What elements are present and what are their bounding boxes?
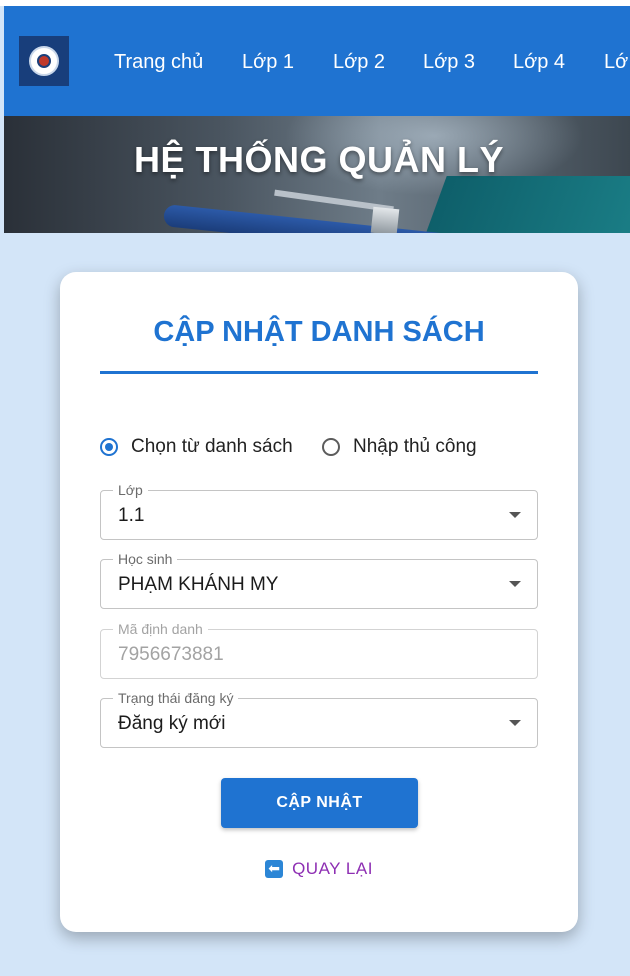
student-label: Học sinh [113, 551, 178, 567]
chevron-down-icon[interactable] [509, 720, 521, 726]
radio-dot [105, 443, 113, 451]
update-button[interactable]: CẬP NHẬT [221, 778, 418, 828]
hero-notebook [421, 176, 630, 233]
chevron-down-icon[interactable] [509, 581, 521, 587]
back-arrow-icon: ⬅ [265, 860, 284, 878]
nav-item-class-3[interactable]: Lớp 3 [423, 50, 475, 74]
hero-title: HỆ THỐNG QUẢN LÝ [133, 139, 504, 180]
hero-banner: HỆ THỐNG QUẢN LÝ [4, 116, 630, 233]
class-select[interactable]: Lớp 1.1 [100, 482, 538, 540]
class-value: 1.1 [118, 505, 145, 526]
page: Trang chủ Lớp 1 Lớp 2 Lớp 3 Lớp 4 Lớ HỆ … [0, 0, 630, 976]
status-label: Trạng thái đăng ký [113, 690, 239, 706]
nav-item-class-5[interactable]: Lớ [604, 50, 628, 74]
radio-label: Nhập thủ công [353, 436, 477, 457]
radio-choose-from-list[interactable]: Chọn từ danh sách [100, 435, 293, 459]
nav-item-class-4[interactable]: Lớp 4 [513, 50, 565, 74]
back-label: QUAY LẠI [292, 859, 373, 878]
radio-label: Chọn từ danh sách [131, 436, 293, 457]
class-label: Lớp [113, 482, 148, 498]
chevron-down-icon[interactable] [509, 512, 521, 518]
back-link[interactable]: ⬅ QUAY LẠI [60, 859, 578, 879]
nav-item-class-2[interactable]: Lớp 2 [333, 50, 385, 74]
student-select[interactable]: Học sinh PHẠM KHÁNH MY [100, 551, 538, 609]
hero-pen-band [370, 206, 400, 233]
student-id-field: Mã định danh 7956673881 [100, 621, 538, 679]
emblem-core [37, 54, 51, 68]
nav-item-home[interactable]: Trang chủ [114, 50, 203, 74]
radio-unchecked-icon[interactable] [322, 438, 340, 456]
registration-status-select[interactable]: Trạng thái đăng ký Đăng ký mới [100, 690, 538, 748]
navbar: Trang chủ Lớp 1 Lớp 2 Lớp 3 Lớp 4 Lớ [4, 6, 630, 116]
radio-manual-entry[interactable]: Nhập thủ công [322, 435, 477, 459]
student-value: PHẠM KHÁNH MY [118, 574, 279, 595]
radio-checked-icon[interactable] [100, 438, 118, 456]
status-value: Đăng ký mới [118, 713, 226, 734]
update-form-card: CẬP NHẬT DANH SÁCH Chọn từ danh sách Nhậ… [60, 272, 578, 932]
form-title: CẬP NHẬT DANH SÁCH [153, 316, 485, 348]
nav-item-class-1[interactable]: Lớp 1 [242, 50, 294, 74]
student-id-value: 7956673881 [118, 644, 224, 665]
emblem-ring [29, 46, 59, 76]
student-id-label: Mã định danh [113, 621, 208, 637]
school-emblem-icon[interactable] [19, 36, 69, 86]
title-divider [100, 371, 538, 374]
